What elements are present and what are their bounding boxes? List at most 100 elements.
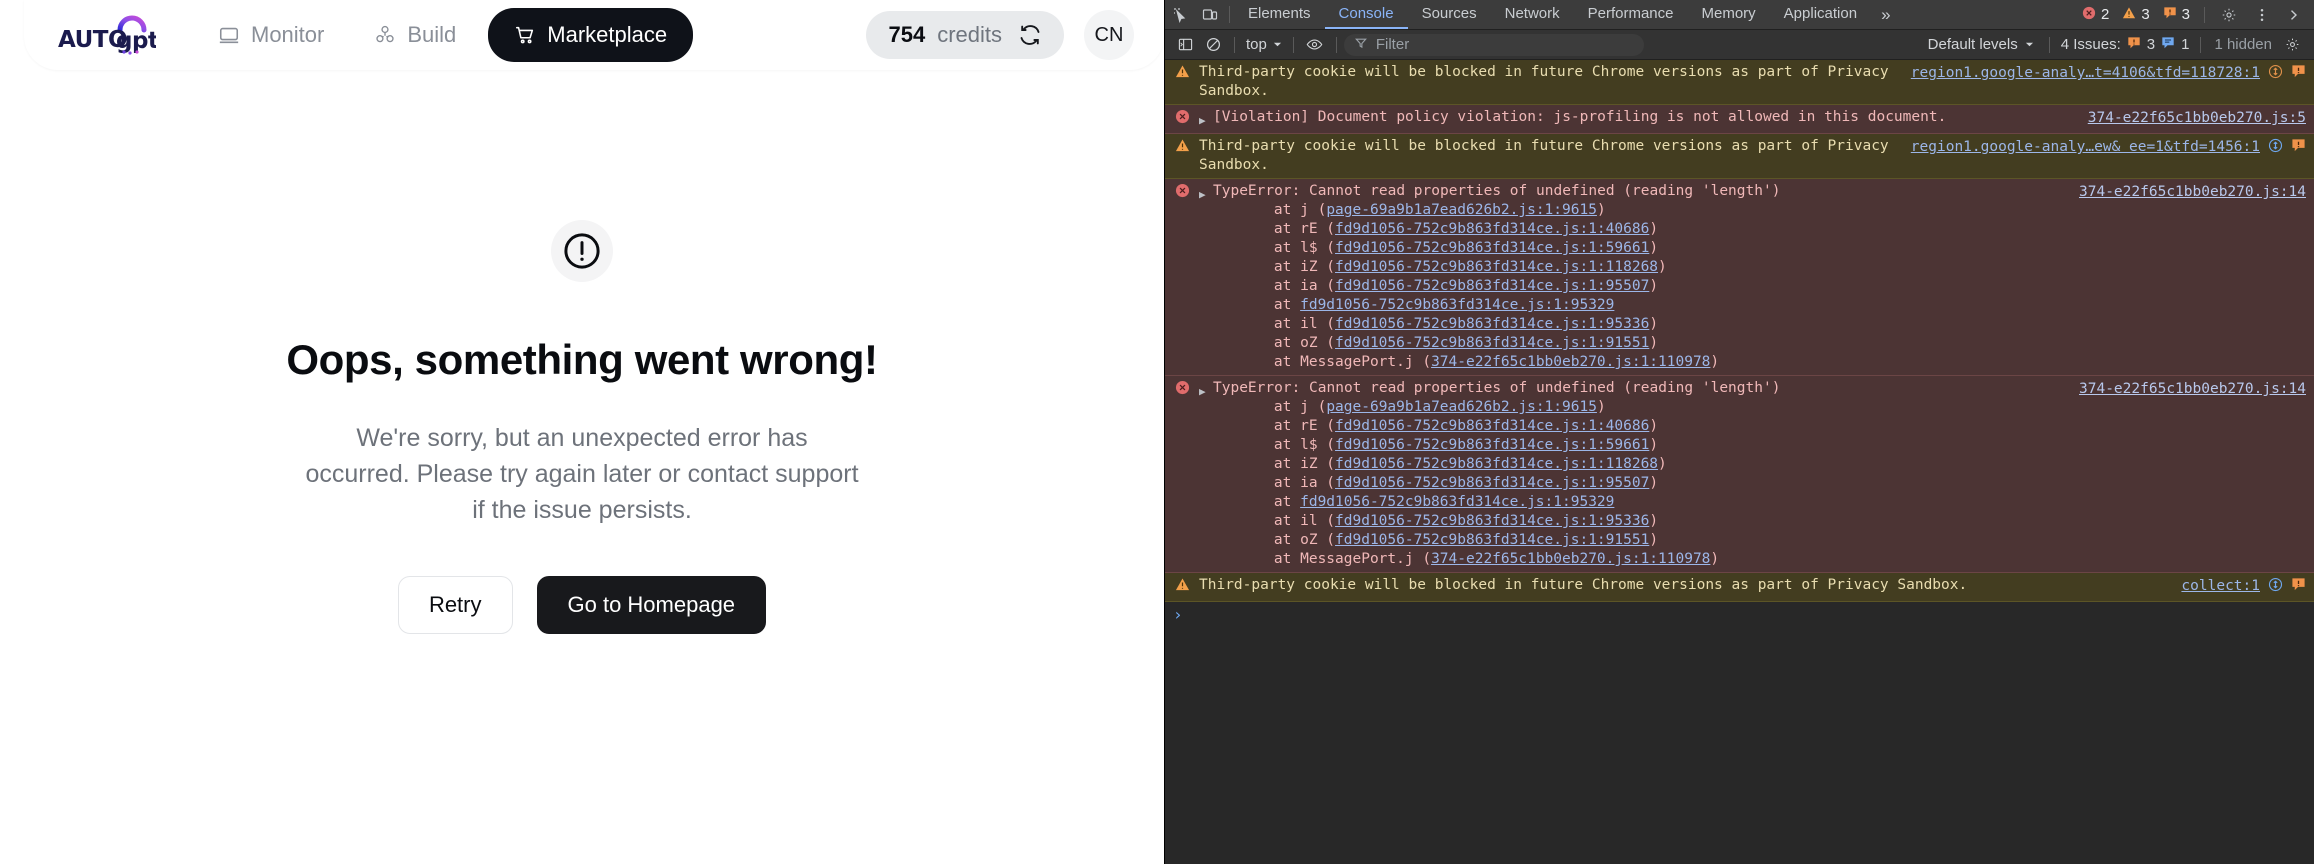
console-source-link[interactable]: 374-e22f65c1bb0eb270.js:14 (2079, 380, 2306, 399)
console-source-link[interactable]: 374-e22f65c1bb0eb270.js:14 (2079, 183, 2306, 202)
cookie-issue-icon[interactable] (2268, 577, 2283, 598)
issues-summary[interactable]: 4 Issues: 3 1 (2057, 36, 2194, 54)
issue-marker-icon[interactable] (2291, 64, 2306, 85)
stack-trace[interactable]: at j (page-69a9b1a7ead626b2.js:1:9615) a… (1213, 398, 2067, 569)
more-tabs-icon[interactable]: » (1871, 0, 1900, 29)
stack-frame-link[interactable]: fd9d1056-752c9b863fd314ce.js:1:59661 (1335, 240, 1649, 256)
inspect-element-icon[interactable] (1165, 0, 1195, 29)
stack-trace[interactable]: at j (page-69a9b1a7ead626b2.js:1:9615) a… (1213, 201, 2067, 372)
warning-count[interactable]: 3 (2117, 6, 2154, 24)
filter-placeholder: Filter (1375, 36, 1410, 53)
console-prompt-caret: › (1173, 605, 1183, 624)
issue-marker-icon[interactable] (2291, 577, 2306, 598)
toolbar-divider-2 (2204, 6, 2205, 23)
tab-console[interactable]: Console (1324, 0, 1408, 29)
console-message-text: TypeError: Cannot read properties of und… (1213, 183, 1781, 199)
expand-arrow-icon[interactable]: ▶ (1199, 108, 1213, 130)
filterbar-divider-1 (1234, 36, 1235, 53)
filter-funnel-icon (1354, 36, 1367, 53)
filter-bar-right: Default levels 4 Issues: 3 1 1 hidden (1920, 33, 2308, 57)
close-icon[interactable] (2280, 7, 2310, 23)
console-source-link[interactable]: collect:1 (2181, 577, 2260, 596)
screen: AUTO gpt Monitor Build Marketplace 754 c… (0, 0, 2314, 864)
warning-triangle-icon (1165, 576, 1199, 592)
filter-input[interactable]: Filter (1343, 33, 1644, 56)
console-message-text: TypeError: Cannot read properties of und… (1213, 380, 1781, 396)
console-source-link[interactable]: region1.google-analy…ew& ee=1&tfd=1456:1 (1911, 138, 2260, 157)
filterbar-divider-4 (2048, 36, 2050, 53)
console-prompt-row[interactable]: › (1165, 602, 2314, 627)
console-message-body: [Violation] Document policy violation: j… (1213, 108, 2088, 127)
console-message-row[interactable]: ▶ [Violation] Document policy violation:… (1165, 105, 2314, 134)
error-count[interactable]: 2 (2077, 6, 2114, 24)
console-message-body: Third-party cookie will be blocked in fu… (1199, 576, 2181, 595)
expand-arrow-icon[interactable]: ▶ (1199, 379, 1213, 401)
stack-frame-link[interactable]: fd9d1056-752c9b863fd314ce.js:1:91551 (1335, 532, 1649, 548)
hidden-messages-label[interactable]: 1 hidden (2208, 36, 2278, 53)
stack-frame-link[interactable]: page-69a9b1a7ead626b2.js:1:9615 (1326, 399, 1597, 415)
console-source-link[interactable]: region1.google-analy…t=4106&tfd=118728:1 (1911, 64, 2260, 83)
console-message-row[interactable]: Third-party cookie will be blocked in fu… (1165, 60, 2314, 105)
stack-frame-link[interactable]: fd9d1056-752c9b863fd314ce.js:1:118268 (1335, 259, 1658, 275)
live-expression-eye-icon[interactable] (1301, 33, 1329, 57)
console-message-right: region1.google-analy…t=4106&tfd=118728:1 (1911, 63, 2314, 85)
console-message-body: TypeError: Cannot read properties of und… (1213, 182, 2079, 372)
expand-arrow-icon[interactable]: ▶ (1199, 182, 1213, 204)
issues-summary-label: 4 Issues: (2060, 36, 2121, 53)
tab-memory[interactable]: Memory (1688, 0, 1770, 29)
info-issue-icon (2161, 36, 2175, 54)
device-toolbar-icon[interactable] (1195, 0, 1225, 29)
tab-elements[interactable]: Elements (1234, 0, 1325, 29)
more-vertical-icon[interactable] (2247, 7, 2277, 23)
issues-count[interactable]: 3 (2158, 6, 2195, 24)
stack-frame-link[interactable]: fd9d1056-752c9b863fd314ce.js:1:59661 (1335, 437, 1649, 453)
web-page-panel: AUTO gpt Monitor Build Marketplace 754 c… (0, 0, 1164, 864)
tab-sources[interactable]: Sources (1408, 0, 1491, 29)
console-message-body: TypeError: Cannot read properties of und… (1213, 379, 2079, 569)
stack-frame-link[interactable]: fd9d1056-752c9b863fd314ce.js:1:91551 (1335, 335, 1649, 351)
tab-network[interactable]: Network (1491, 0, 1574, 29)
warning-count-value: 3 (2141, 6, 2150, 23)
issue-marker-icon (2163, 6, 2177, 24)
console-sidebar-icon[interactable] (1171, 33, 1199, 57)
stack-frame-link[interactable]: fd9d1056-752c9b863fd314ce.js:1:95336 (1335, 513, 1649, 529)
console-message-row[interactable]: ▶ TypeError: Cannot read properties of u… (1165, 179, 2314, 376)
console-message-row[interactable]: Third-party cookie will be blocked in fu… (1165, 573, 2314, 602)
cookie-issue-icon[interactable] (2268, 138, 2283, 159)
tab-performance[interactable]: Performance (1574, 0, 1688, 29)
go-to-homepage-button[interactable]: Go to Homepage (536, 576, 767, 635)
stack-frame-link[interactable]: page-69a9b1a7ead626b2.js:1:9615 (1326, 202, 1597, 218)
stack-frame-link[interactable]: fd9d1056-752c9b863fd314ce.js:1:40686 (1335, 221, 1649, 237)
console-message-text: Third-party cookie will be blocked in fu… (1199, 64, 1898, 99)
stack-frame-link[interactable]: fd9d1056-752c9b863fd314ce.js:1:95329 (1300, 494, 1614, 510)
console-settings-gear-icon[interactable] (2278, 33, 2306, 57)
console-message-body: Third-party cookie will be blocked in fu… (1199, 63, 1911, 101)
console-message-row[interactable]: ▶ TypeError: Cannot read properties of u… (1165, 376, 2314, 573)
execution-context-select[interactable]: top (1242, 36, 1286, 53)
stack-frame-link[interactable]: 374-e22f65c1bb0eb270.js:1:110978 (1431, 354, 1710, 370)
devtools-toolbar-right: 2 3 3 (2077, 0, 2314, 29)
retry-button[interactable]: Retry (397, 576, 513, 635)
warning-triangle-icon (1165, 63, 1199, 79)
stack-frame-link[interactable]: fd9d1056-752c9b863fd314ce.js:1:40686 (1335, 418, 1649, 434)
stack-frame-link[interactable]: fd9d1056-752c9b863fd314ce.js:1:95329 (1300, 297, 1614, 313)
console-message-right: 374-e22f65c1bb0eb270.js:14 (2079, 379, 2314, 399)
gear-icon[interactable] (2214, 7, 2244, 23)
stack-frame-link[interactable]: 374-e22f65c1bb0eb270.js:1:110978 (1431, 551, 1710, 567)
stack-frame-link[interactable]: fd9d1056-752c9b863fd314ce.js:1:118268 (1335, 456, 1658, 472)
clear-console-icon[interactable] (1199, 33, 1227, 57)
console-source-link[interactable]: 374-e22f65c1bb0eb270.js:5 (2088, 109, 2306, 128)
filterbar-divider-3 (1335, 36, 1337, 53)
stack-frame-link[interactable]: fd9d1056-752c9b863fd314ce.js:1:95507 (1335, 475, 1649, 491)
console-output[interactable]: Third-party cookie will be blocked in fu… (1165, 60, 2314, 864)
issue-marker-icon[interactable] (2291, 138, 2306, 159)
cookie-issue-icon[interactable] (2268, 64, 2283, 85)
tab-application[interactable]: Application (1770, 0, 1871, 29)
console-message-text: Third-party cookie will be blocked in fu… (1199, 138, 1898, 173)
stack-frame-link[interactable]: fd9d1056-752c9b863fd314ce.js:1:95336 (1335, 316, 1649, 332)
console-message-row[interactable]: Third-party cookie will be blocked in fu… (1165, 134, 2314, 179)
error-circle-icon (2082, 6, 2096, 24)
log-levels-select[interactable]: Default levels (1920, 36, 2042, 53)
stack-frame-link[interactable]: fd9d1056-752c9b863fd314ce.js:1:95507 (1335, 278, 1649, 294)
chevron-down-icon (2025, 36, 2034, 53)
